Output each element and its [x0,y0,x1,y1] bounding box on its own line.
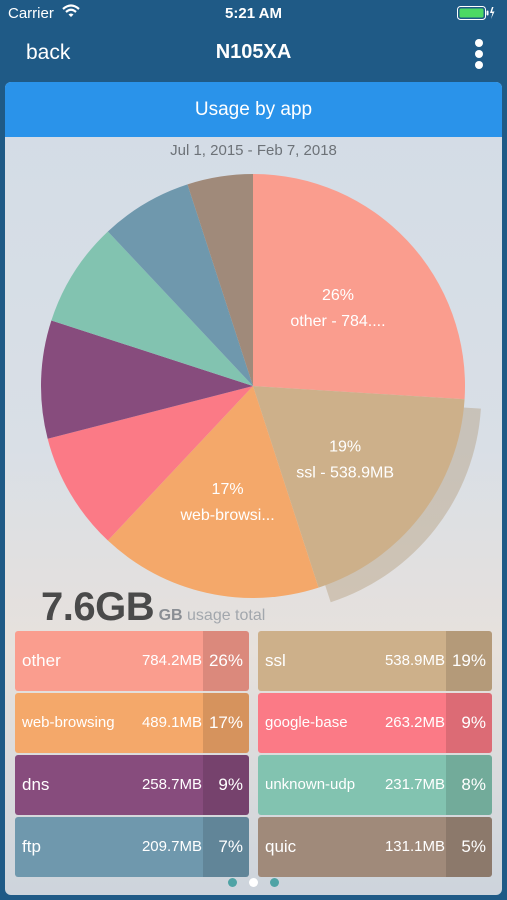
legend-tile-pct: 17% [208,713,243,732]
legend-tile-name: unknown-udp [265,776,356,793]
page-title: N105XA [215,41,292,63]
legend-tile-name: web-browsing [22,714,115,731]
legend-tile-name: other [22,651,61,670]
page-dot[interactable] [270,878,279,887]
legend-tile-google-base[interactable]: google-base 263.2MB 9% [258,693,492,753]
legend-tile-size: 538.9MB [384,652,445,669]
legend-tile-ssl[interactable]: ssl 538.9MB 19% [258,631,492,691]
usage-total-value: 7.6GB [41,585,155,629]
battery-icon [457,6,495,24]
legend-tile-size: 258.7MB [141,776,202,793]
more-options-icon[interactable] [467,36,491,70]
pie-label-pct: 19% [329,438,361,455]
pie-label-text: web-browsi... [179,507,274,524]
legend-tile-size: 784.2MB [141,652,202,669]
legend-tile-size: 231.7MB [384,776,445,793]
legend-tile-name: quic [265,837,297,856]
usage-card: Usage by app Jul 1, 2015 - Feb 7, 2018 2… [5,82,502,895]
legend-tile-pct: 19% [451,651,486,670]
legend-tile-name: ssl [265,651,286,670]
legend-tile-pct: 26% [208,651,243,670]
legend-tile-name: ftp [22,837,41,856]
pie-slice-other[interactable] [253,174,465,400]
legend-tile-pct: 7% [218,837,243,856]
usage-total-caption: usage total [187,607,266,624]
pie-label-pct: 17% [212,481,244,498]
usage-total: 7.6GB GB usage total [41,585,265,630]
legend-tile-name: google-base [265,714,348,731]
legend-tile-unknown-udp[interactable]: unknown-udp 231.7MB 8% [258,755,492,815]
legend-tile-size: 209.7MB [141,838,202,855]
pie-label-pct: 26% [322,287,354,304]
legend-tile-ftp[interactable]: ftp 209.7MB 7% [15,817,249,877]
status-bar: Carrier 5:21 AM [0,0,507,28]
page-dot[interactable] [228,878,237,887]
top-bar: Carrier 5:21 AM back N105XA [0,0,507,80]
legend-tile-web-browsing[interactable]: web-browsing 489.1MB 17% [15,693,249,753]
page-indicator [5,874,502,887]
legend-tile-other[interactable]: other 784.2MB 26% [15,631,249,691]
usage-total-unit: GB [158,607,183,624]
page-dot-active[interactable] [249,878,258,887]
legend-tile-size: 263.2MB [384,714,445,731]
legend-tile-pct: 8% [461,775,486,794]
legend-tile-pct: 9% [461,713,486,732]
nav-bar: back N105XA [0,30,507,76]
legend-tile-quic[interactable]: quic 131.1MB 5% [258,817,492,877]
legend-tile-size: 131.1MB [384,838,445,855]
legend-tile-dns[interactable]: dns 258.7MB 9% [15,755,249,815]
legend-tile-pct: 5% [461,837,486,856]
legend-tile-name: dns [22,775,50,794]
pie-label-text: ssl - 538.9MB [296,464,394,481]
status-time: 5:21 AM [225,5,282,22]
pie-label-text: other - 784.... [290,313,385,330]
legend-tile-size: 489.1MB [141,714,202,731]
legend-tile-pct: 9% [218,775,243,794]
